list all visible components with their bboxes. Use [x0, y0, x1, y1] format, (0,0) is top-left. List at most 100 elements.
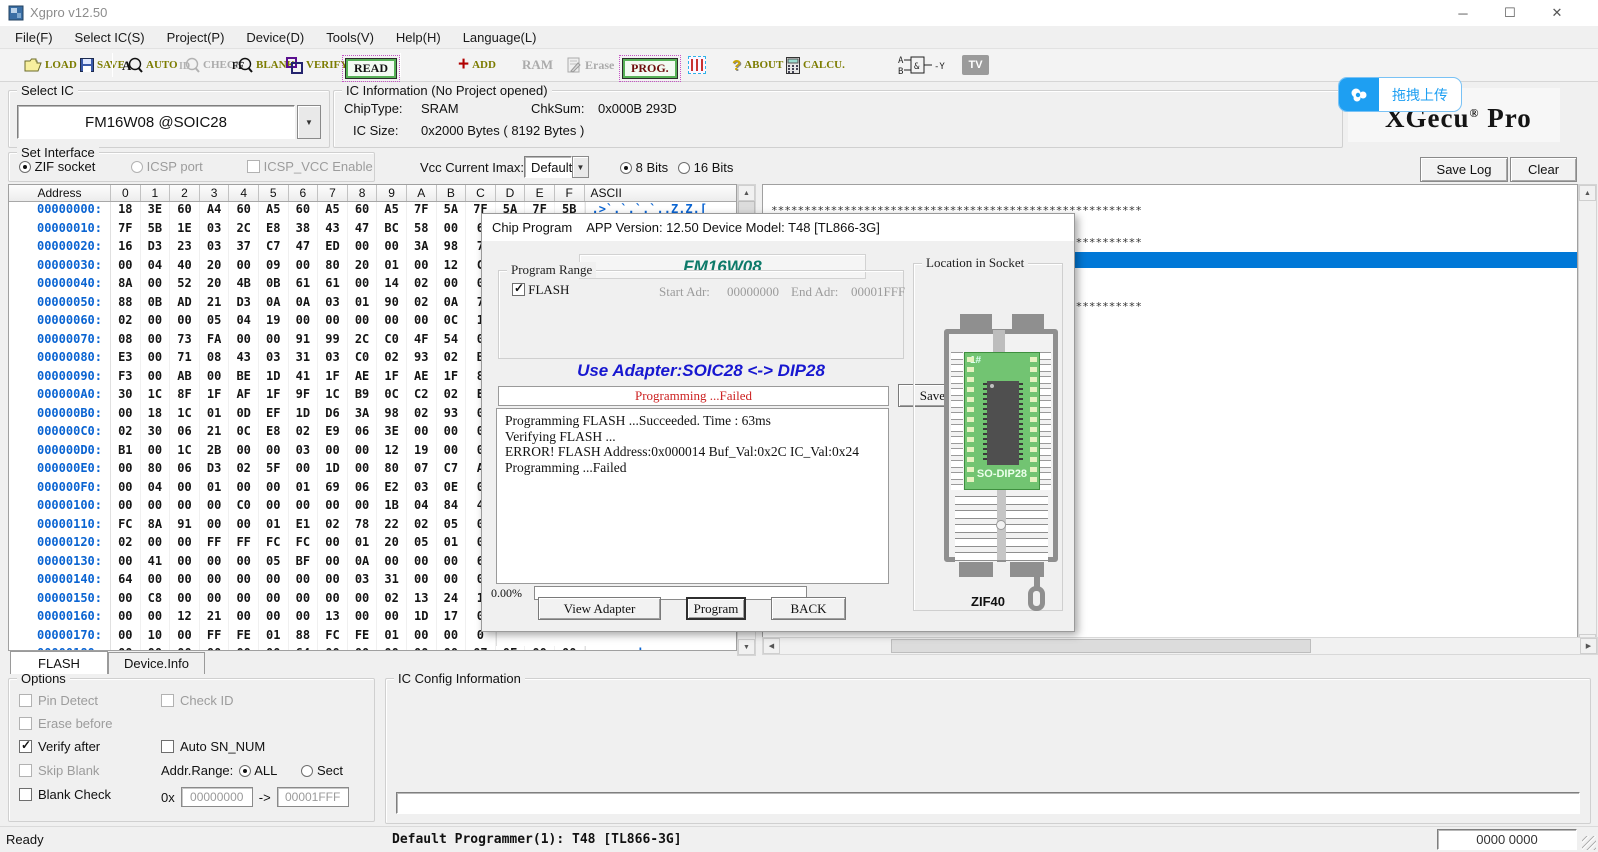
hex-byte[interactable]: 00 — [141, 443, 171, 462]
hex-byte[interactable]: FF — [200, 628, 230, 647]
hex-byte[interactable]: 00 — [141, 350, 171, 369]
hex-byte[interactable]: 31 — [289, 350, 319, 369]
hex-byte[interactable]: FC — [259, 535, 289, 554]
hex-byte[interactable]: 30 — [141, 424, 171, 443]
hex-byte[interactable]: 00 — [348, 461, 378, 480]
maximize-button[interactable]: ☐ — [1487, 0, 1533, 26]
hex-byte[interactable]: 1F — [377, 369, 407, 388]
hex-byte[interactable]: 00 — [348, 591, 378, 610]
load-button[interactable]: LOAD — [24, 49, 77, 81]
hex-byte[interactable]: 80 — [318, 258, 348, 277]
hex-byte[interactable]: 00 — [259, 443, 289, 462]
hex-byte[interactable]: 00 — [437, 276, 467, 295]
hex-byte[interactable]: 05 — [407, 535, 437, 554]
hex-byte[interactable]: 06 — [348, 480, 378, 499]
hex-byte[interactable]: 00 — [377, 313, 407, 332]
hex-byte[interactable]: E1 — [289, 517, 319, 536]
hex-byte[interactable]: 8F — [170, 387, 200, 406]
hex-byte[interactable]: 21 — [200, 424, 230, 443]
hex-byte[interactable]: 98 — [377, 406, 407, 425]
hex-byte[interactable]: 03 — [200, 221, 230, 240]
addr-all-radio[interactable]: ALL — [239, 763, 277, 778]
hex-byte[interactable]: 04 — [229, 313, 259, 332]
hex-byte[interactable]: B1 — [111, 443, 141, 462]
hex-byte[interactable]: 00 — [229, 443, 259, 462]
hex-byte[interactable]: 02 — [289, 424, 319, 443]
program-button[interactable]: Program — [686, 597, 746, 620]
hex-byte[interactable]: 00 — [170, 535, 200, 554]
hex-byte[interactable]: 01 — [348, 295, 378, 314]
hex-byte[interactable]: 00 — [377, 554, 407, 573]
hex-byte[interactable]: 91 — [170, 517, 200, 536]
hex-byte[interactable]: 0B — [259, 276, 289, 295]
hex-byte[interactable]: AE — [348, 369, 378, 388]
hex-byte[interactable]: 00 — [259, 591, 289, 610]
hex-byte[interactable]: 20 — [348, 258, 378, 277]
hex-byte[interactable]: F3 — [111, 369, 141, 388]
hex-byte[interactable]: 03 — [200, 239, 230, 258]
hex-byte[interactable]: 99 — [318, 332, 348, 351]
hex-byte[interactable]: A4 — [200, 202, 230, 221]
hex-byte[interactable]: 00 — [318, 535, 348, 554]
hex-byte[interactable]: 8A — [111, 276, 141, 295]
hex-row[interactable]: 00000180:000000000000640000000000070F000… — [9, 646, 736, 651]
bits16-radio[interactable]: 16 Bits — [678, 160, 733, 175]
hex-byte[interactable]: 05 — [437, 517, 467, 536]
hex-byte[interactable]: FF — [229, 535, 259, 554]
add-button[interactable]: + ADD — [458, 49, 496, 81]
hex-byte[interactable]: C0 — [229, 498, 259, 517]
hex-byte[interactable]: E8 — [259, 221, 289, 240]
save-log-button[interactable]: Save Log — [1420, 157, 1508, 182]
hex-byte[interactable]: 01 — [348, 535, 378, 554]
hex-byte[interactable]: A5 — [259, 202, 289, 221]
hex-byte[interactable]: 00 — [377, 609, 407, 628]
hex-byte[interactable]: 61 — [318, 276, 348, 295]
flash-checkbox[interactable]: FLASH — [512, 282, 569, 298]
hex-byte[interactable]: 1F — [437, 369, 467, 388]
hex-byte[interactable]: 09 — [259, 258, 289, 277]
hex-byte[interactable]: 00 — [407, 258, 437, 277]
close-button[interactable]: ✕ — [1534, 0, 1580, 26]
hex-byte[interactable]: 02 — [229, 461, 259, 480]
hex-byte[interactable]: 02 — [437, 387, 467, 406]
hex-byte[interactable]: 00 — [407, 646, 437, 651]
verify-button[interactable]: VERIFY — [286, 49, 348, 81]
hex-byte[interactable]: 08 — [111, 332, 141, 351]
hex-byte[interactable]: 00 — [111, 628, 141, 647]
hex-byte[interactable]: 07 — [407, 461, 437, 480]
hex-byte[interactable]: 00 — [111, 258, 141, 277]
hex-byte[interactable]: 00 — [170, 313, 200, 332]
hex-byte[interactable]: EF — [259, 406, 289, 425]
hex-byte[interactable]: 8A — [141, 517, 171, 536]
ic-combo-dropdown[interactable]: ▼ — [297, 105, 321, 139]
hex-byte[interactable]: 18 — [141, 406, 171, 425]
hex-byte[interactable]: 71 — [170, 350, 200, 369]
hex-byte[interactable]: B9 — [348, 387, 378, 406]
hex-byte[interactable]: 00 — [348, 443, 378, 462]
hex-byte[interactable]: 03 — [348, 572, 378, 591]
hex-byte[interactable]: 00 — [348, 609, 378, 628]
hex-byte[interactable]: 01 — [259, 628, 289, 647]
hex-byte[interactable]: 02 — [111, 535, 141, 554]
hex-byte[interactable]: 00 — [141, 609, 171, 628]
hex-byte[interactable]: 3A — [348, 406, 378, 425]
hex-byte[interactable]: 00 — [259, 480, 289, 499]
hex-byte[interactable]: 00 — [289, 572, 319, 591]
hex-byte[interactable]: 37 — [229, 239, 259, 258]
resize-grip[interactable] — [1582, 836, 1596, 850]
hex-byte[interactable]: 00 — [289, 461, 319, 480]
hex-byte[interactable]: 00 — [437, 443, 467, 462]
hex-byte[interactable]: 0A — [289, 295, 319, 314]
hex-byte[interactable]: 41 — [289, 369, 319, 388]
hex-byte[interactable]: FC — [289, 535, 319, 554]
hex-byte[interactable]: FE — [229, 628, 259, 647]
menu-item-2[interactable]: Project(P) — [156, 30, 236, 45]
hex-byte[interactable]: C0 — [348, 350, 378, 369]
hex-byte[interactable]: 5A — [437, 202, 467, 221]
hex-byte[interactable]: 00 — [111, 591, 141, 610]
hex-byte[interactable]: 43 — [318, 221, 348, 240]
hex-byte[interactable]: 05 — [259, 554, 289, 573]
hex-byte[interactable]: 00 — [111, 554, 141, 573]
hex-byte[interactable]: 98 — [437, 239, 467, 258]
hex-byte[interactable]: 64 — [289, 646, 319, 651]
